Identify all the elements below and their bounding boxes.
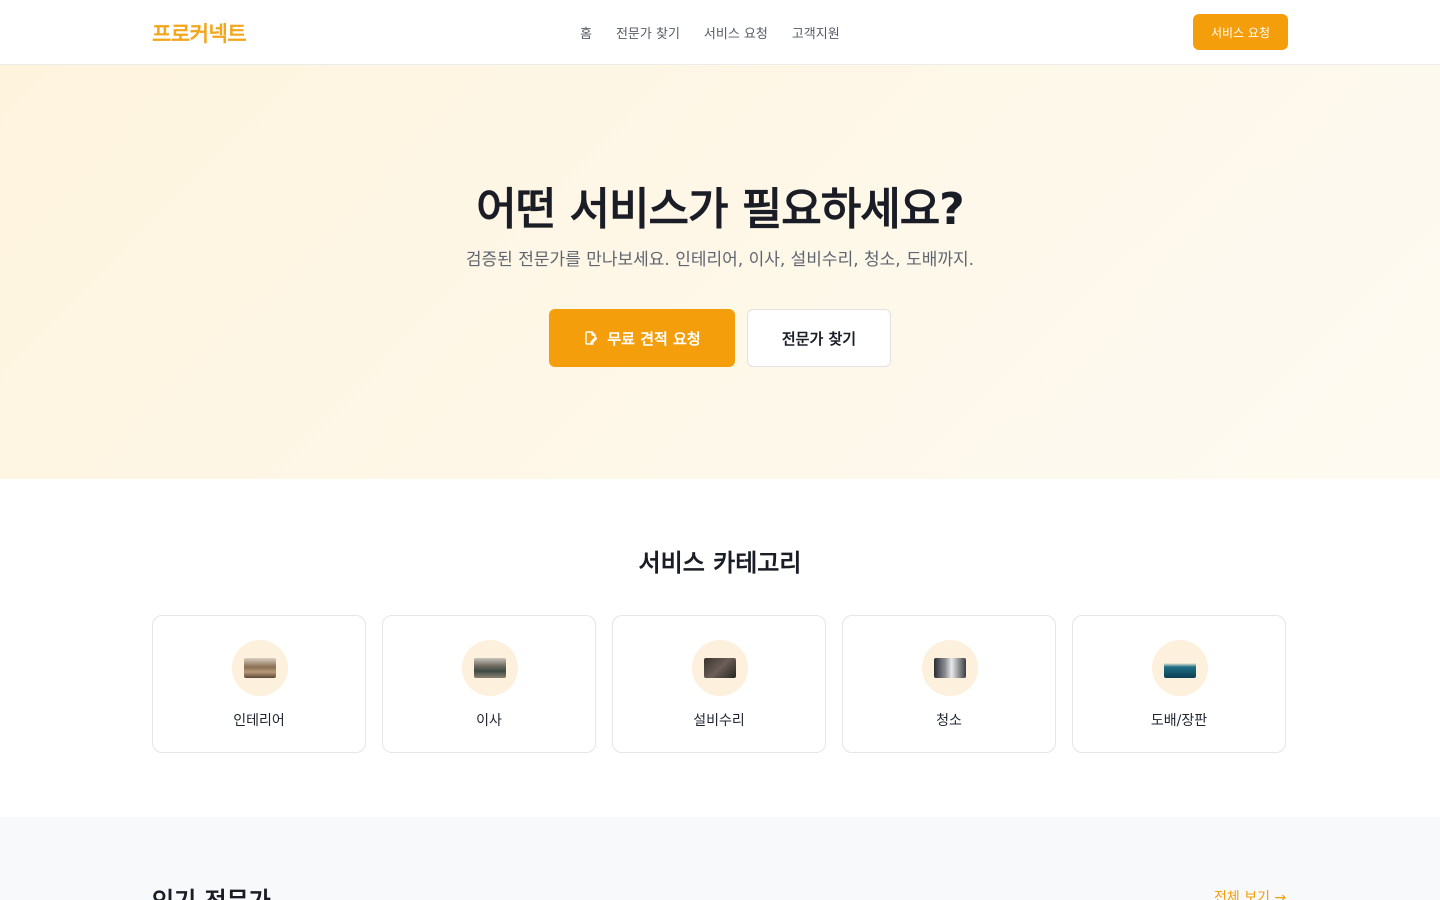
interior-icon [232, 640, 288, 696]
category-grid: 인테리어 이사 설비수리 청소 도배/장판 [152, 615, 1286, 753]
category-label: 이사 [476, 713, 502, 729]
wallpaper-thumbnail [1164, 658, 1196, 678]
category-card-moving[interactable]: 이사 [382, 615, 596, 753]
categories-title: 서비스 카테고리 [638, 549, 802, 577]
repair-thumbnail [704, 658, 736, 678]
service-categories-section: 서비스 카테고리 인테리어 이사 설비수리 청소 도배/장판 [0, 479, 1440, 817]
find-experts-button[interactable]: 전문가 찾기 [747, 309, 891, 367]
category-label: 도배/장판 [1150, 713, 1208, 729]
category-card-repair[interactable]: 설비수리 [612, 615, 826, 753]
hero-section: 어떤 서비스가 필요하세요? 검증된 전문가를 만나보세요. 인테리어, 이사,… [0, 65, 1440, 479]
hero-actions: 무료 견적 요청 전문가 찾기 [549, 309, 891, 367]
category-label: 청소 [936, 713, 962, 729]
wallpaper-icon [1152, 640, 1208, 696]
free-quote-button[interactable]: 무료 견적 요청 [549, 309, 735, 367]
cleaning-thumbnail [934, 658, 966, 678]
hero-title: 어떤 서비스가 필요하세요? [476, 184, 964, 235]
category-card-interior[interactable]: 인테리어 [152, 615, 366, 753]
category-card-wallpaper[interactable]: 도배/장판 [1072, 615, 1286, 753]
moving-icon [462, 640, 518, 696]
hero-subtitle: 검증된 전문가를 만나보세요. 인테리어, 이사, 설비수리, 청소, 도배까지… [465, 250, 975, 270]
repair-icon [692, 640, 748, 696]
edit-icon [585, 331, 598, 345]
site-header: 프로커넥트 홈 전문가 찾기 서비스 요청 고객지원 서비스 요청 [0, 0, 1440, 65]
moving-thumbnail [474, 658, 506, 678]
nav-find-experts[interactable]: 전문가 찾기 [616, 23, 680, 42]
interior-thumbnail [244, 658, 276, 678]
header-service-request-button[interactable]: 서비스 요청 [1193, 14, 1288, 50]
category-label: 인테리어 [233, 713, 285, 729]
category-label: 설비수리 [693, 713, 745, 729]
main-nav: 홈 전문가 찾기 서비스 요청 고객지원 [580, 23, 840, 42]
logo[interactable]: 프로커넥트 [152, 18, 247, 48]
popular-experts-section: 인기 전문가 전체 보기 → [0, 817, 1440, 900]
free-quote-label: 무료 견적 요청 [607, 329, 701, 348]
see-all-link[interactable]: 전체 보기 → [1214, 887, 1286, 900]
nav-support[interactable]: 고객지원 [792, 23, 840, 42]
category-card-cleaning[interactable]: 청소 [842, 615, 1056, 753]
experts-title: 인기 전문가 [152, 881, 271, 900]
nav-service-request[interactable]: 서비스 요청 [704, 23, 768, 42]
cleaning-icon [922, 640, 978, 696]
nav-home[interactable]: 홈 [580, 23, 592, 42]
